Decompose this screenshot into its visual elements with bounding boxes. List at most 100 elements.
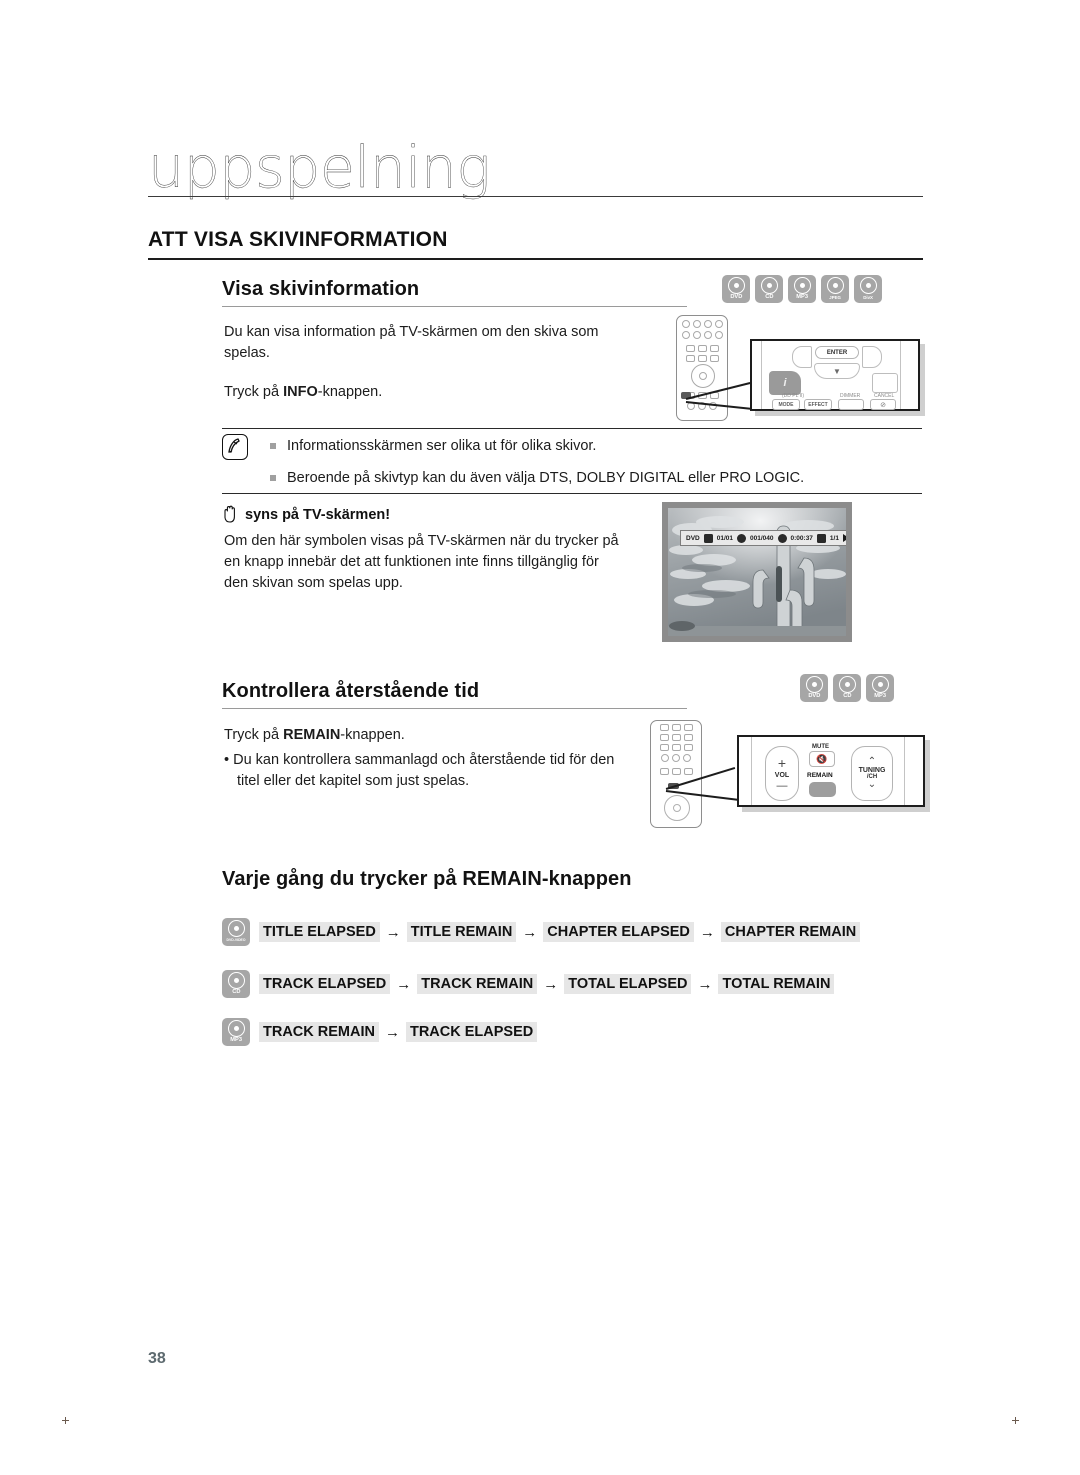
remote-key	[683, 754, 691, 762]
arrow-icon: →	[522, 923, 538, 941]
sequence-term: TRACK REMAIN	[259, 1022, 379, 1042]
sequence-term: TRACK ELAPSED	[405, 1022, 538, 1042]
hand-note-heading: syns på TV-skärmen!	[222, 505, 390, 524]
arrow-icon: →	[385, 923, 401, 941]
page-title-divider	[148, 258, 923, 260]
remote-vol-minus-label: —	[776, 779, 788, 792]
disc-badge-label: CD	[764, 294, 774, 300]
remain-button-name: REMAIN	[283, 727, 341, 743]
remote-enter-button: ENTER	[815, 346, 859, 359]
page-title: ATT VISA SKIVINFORMATION	[148, 228, 448, 251]
remote-effect-label: EFFECT	[808, 401, 828, 408]
remote-mute-label: MUTE	[812, 744, 829, 750]
remote-mute-key	[671, 768, 681, 775]
remote-down-arrow-key: ▼	[814, 363, 860, 379]
info-press-prefix: Tryck på	[224, 384, 284, 400]
remote-key	[671, 734, 681, 741]
callout-divider	[900, 341, 901, 409]
hand-note-paragraph: Om den här symbolen visas på TV-skärmen …	[224, 533, 619, 591]
disc-badge-mp3: MP3	[866, 674, 894, 702]
remote-vol-plus-label: +	[777, 754, 787, 771]
disc-icon	[859, 277, 877, 294]
remote-callout-remain: + VOL — MUTE 🔇 REMAIN ⌃ TUNING /CH ⌄	[737, 735, 925, 807]
disc-badge-label: DivX	[863, 295, 873, 300]
crop-mark-right	[1012, 1417, 1019, 1424]
remote-key	[661, 754, 669, 762]
chapter-icon	[737, 533, 747, 543]
osd-disc-type: DVD	[686, 534, 700, 542]
info-icon: i	[783, 377, 787, 389]
hand-note-label: syns på TV-skärmen!	[245, 506, 391, 523]
remote-tuning-button: ⌃ TUNING /CH ⌄	[851, 746, 893, 801]
chapter-divider	[148, 196, 923, 197]
remote-key	[703, 331, 712, 339]
remote-body	[650, 720, 702, 828]
audio-icon	[816, 533, 826, 543]
remain-press-suffix: -knappen.	[340, 727, 405, 743]
remote-cancel-button: ⊘	[870, 399, 896, 410]
remote-key	[703, 320, 712, 328]
section-heading-sequence: Varje gång du trycker på REMAIN-knappen	[222, 868, 632, 891]
sequence-term: TITLE REMAIN	[406, 922, 517, 942]
clock-icon	[777, 533, 787, 543]
remote-vol-label: VOL	[774, 771, 790, 779]
section-heading-divider	[222, 306, 687, 307]
sequence-row-cd: CD TRACK ELAPSED → TRACK REMAIN → TOTAL …	[222, 970, 835, 998]
disc-badge-cd: CD	[755, 275, 783, 303]
sequence-term: TRACK REMAIN	[417, 974, 538, 994]
mute-icon: 🔇	[816, 753, 828, 764]
disc-badge-mp3: MP3	[788, 275, 816, 303]
sequence-term: TOTAL REMAIN	[718, 974, 835, 994]
disc-info-paragraph-1: Du kan visa information på TV-skärmen om…	[224, 324, 599, 361]
callout-divider	[904, 737, 905, 805]
disc-badge-label: DVD	[729, 294, 743, 300]
disc-badges-disc-info: DVD CD MP3 JPEG DivX	[722, 275, 882, 303]
sequence-terms: TRACK REMAIN → TRACK ELAPSED	[259, 1022, 538, 1042]
remote-illustration-info: ENTER ▼ i (DD PL II) DIMMER CANCEL MODE	[660, 312, 925, 424]
remaining-time-line-1: Tryck på REMAIN-knappen.	[224, 725, 624, 746]
disc-badge-label: JPEG	[829, 295, 841, 300]
remote-mode-button: MODE	[772, 399, 800, 410]
crop-mark-left	[62, 1417, 69, 1424]
remote-key	[697, 355, 707, 362]
tv-screen-image: DVD 01/01 001/040 0:00:37 1/1	[668, 508, 846, 636]
disc-badge-label: MP3	[874, 693, 886, 699]
chevron-down-icon: ⌄	[867, 779, 877, 790]
sequence-term: CHAPTER REMAIN	[720, 922, 861, 942]
remote-dimmer-button	[838, 399, 864, 410]
sequence-row-dvd: DVD-VIDEO TITLE ELAPSED → TITLE REMAIN →…	[222, 918, 861, 946]
remote-key	[709, 345, 719, 352]
remote-key	[714, 320, 723, 328]
remote-enter-key	[673, 804, 681, 812]
play-icon	[842, 534, 846, 542]
disc-icon	[727, 277, 745, 294]
osd-info-bar: DVD 01/01 001/040 0:00:37 1/1	[680, 530, 846, 546]
manual-page: uppspelning ATT VISA SKIVINFORMATION Vis…	[0, 0, 1080, 1475]
remote-key	[659, 744, 669, 751]
disc-icon	[227, 1020, 245, 1037]
page-number: 38	[148, 1350, 166, 1367]
chevron-up-icon: ⌃	[867, 756, 877, 767]
arrow-icon: →	[384, 1023, 400, 1041]
disc-badge-label: DVD-VIDEO	[226, 938, 246, 942]
note-box: Informationsskärmen ser olika ut för oli…	[222, 428, 922, 494]
disc-info-paragraph-2: Tryck på INFO-knappen.	[224, 382, 624, 403]
remote-key	[683, 724, 693, 731]
disc-badge-dvd: DVD	[722, 275, 750, 303]
sequence-term: TOTAL ELAPSED	[564, 974, 692, 994]
remote-vol-button: + VOL —	[765, 746, 799, 801]
remote-key	[659, 734, 669, 741]
sequence-term: CHAPTER ELAPSED	[543, 922, 694, 942]
remote-key	[683, 734, 693, 741]
osd-time-value: 0:00:37	[790, 534, 813, 542]
disc-badge-dvd: DVD	[800, 674, 828, 702]
hand-icon	[222, 505, 238, 524]
remote-key	[671, 724, 681, 731]
remote-left-arrow-key	[792, 346, 812, 368]
remote-key	[681, 320, 690, 328]
remote-key	[714, 331, 723, 339]
disc-badge-cd: CD	[833, 674, 861, 702]
arrow-icon: →	[543, 975, 559, 993]
sequence-term: TITLE ELAPSED	[259, 922, 380, 942]
remote-info-button: i	[769, 371, 801, 395]
